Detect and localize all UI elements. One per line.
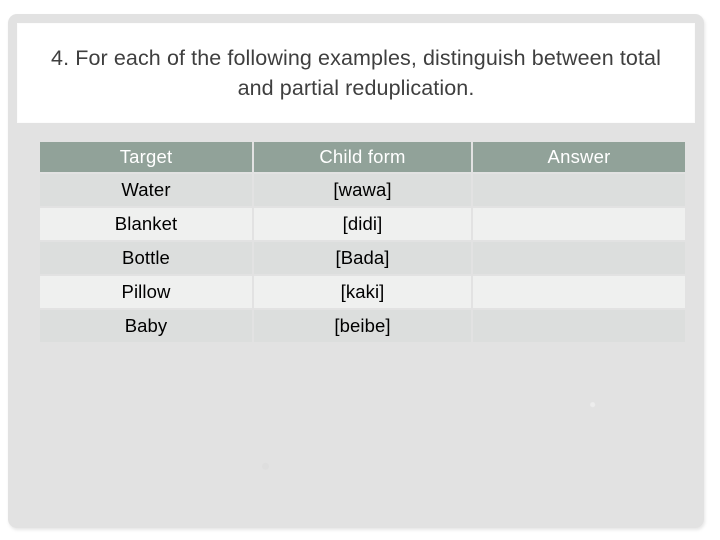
cell-target: Baby (40, 310, 252, 342)
cell-answer[interactable] (473, 310, 685, 342)
cell-child-form: [kaki] (254, 276, 471, 308)
reduplication-table: Target Child form Answer Water [wawa] Bl… (38, 140, 687, 344)
cell-child-form: [Bada] (254, 242, 471, 274)
column-header-child-form: Child form (254, 142, 471, 172)
table-header-row: Target Child form Answer (40, 142, 685, 172)
table-body: Water [wawa] Blanket [didi] Bottle [Bada… (40, 174, 685, 342)
column-header-target: Target (40, 142, 252, 172)
cell-child-form: [didi] (254, 208, 471, 240)
table-row: Bottle [Bada] (40, 242, 685, 274)
cell-answer[interactable] (473, 242, 685, 274)
cell-target: Pillow (40, 276, 252, 308)
column-header-answer: Answer (473, 142, 685, 172)
page-title: 4. For each of the following examples, d… (51, 46, 661, 100)
cell-target: Blanket (40, 208, 252, 240)
cell-child-form: [beibe] (254, 310, 471, 342)
slide-canvas: 4. For each of the following examples, d… (8, 14, 704, 528)
title-card: 4. For each of the following examples, d… (18, 24, 694, 122)
cell-child-form: [wawa] (254, 174, 471, 206)
cell-target: Bottle (40, 242, 252, 274)
table-row: Baby [beibe] (40, 310, 685, 342)
cell-answer[interactable] (473, 208, 685, 240)
cell-answer[interactable] (473, 276, 685, 308)
table-row: Water [wawa] (40, 174, 685, 206)
table-row: Blanket [didi] (40, 208, 685, 240)
table-row: Pillow [kaki] (40, 276, 685, 308)
table-header: Target Child form Answer (40, 142, 685, 172)
cell-answer[interactable] (473, 174, 685, 206)
cell-target: Water (40, 174, 252, 206)
